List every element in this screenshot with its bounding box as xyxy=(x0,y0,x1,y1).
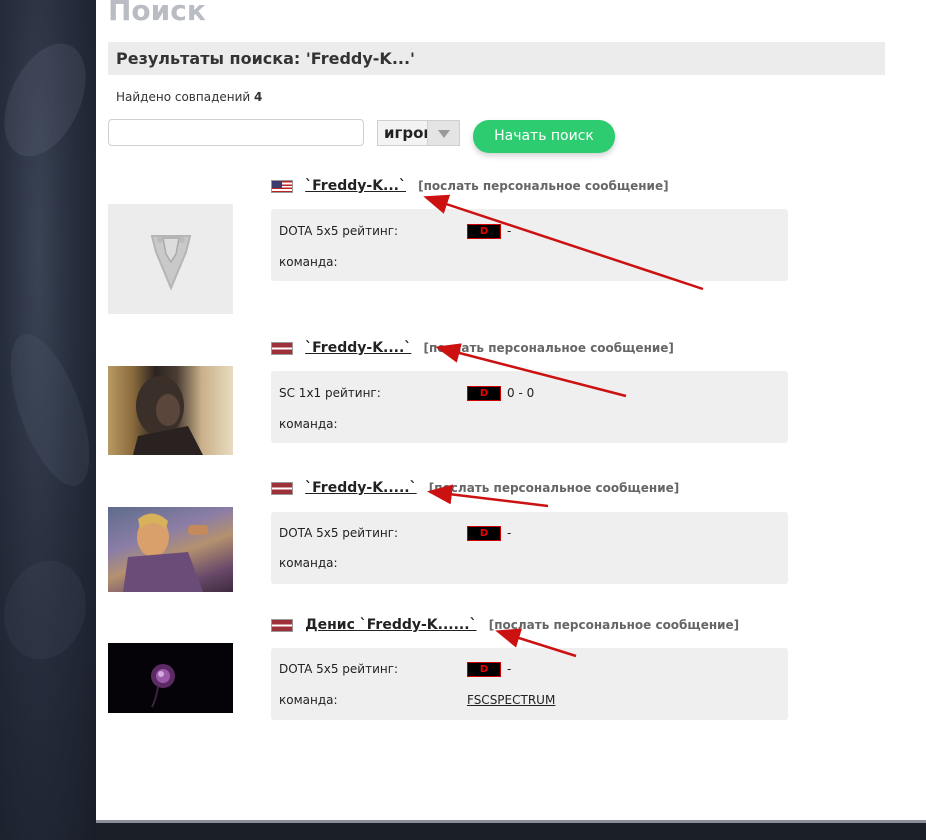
player-info-box: DOTA 5x5 рейтинг: D- команда: xyxy=(271,209,788,281)
result-name-row: `Freddy-K....` [послать персональное соо… xyxy=(271,340,674,358)
player-nickname-link[interactable]: `Freddy-K....` xyxy=(305,340,411,356)
found-number: 4 xyxy=(254,90,263,104)
send-message-link[interactable]: [послать персональное сообщение] xyxy=(429,481,679,495)
team-label: команда: xyxy=(279,556,338,570)
found-label: Найдено совпадений xyxy=(116,90,251,104)
send-message-link[interactable]: [послать персональное сообщение] xyxy=(489,618,739,632)
latvia-flag-icon xyxy=(271,618,293,632)
rating-number: - xyxy=(507,526,512,540)
rank-badge-icon: D xyxy=(467,662,501,677)
rating-value: D- xyxy=(467,525,511,541)
rating-label: DOTA 5x5 рейтинг: xyxy=(279,224,399,238)
hero-avatar-image xyxy=(123,513,208,592)
player-info-box: DOTA 5x5 рейтинг: D- команда: xyxy=(271,512,788,584)
latvia-flag-icon xyxy=(271,341,293,355)
results-header: Результаты поиска: 'Freddy-K...' xyxy=(108,42,885,75)
default-avatar-icon xyxy=(150,235,192,291)
latvia-flag-icon xyxy=(271,481,293,495)
player-nickname-link[interactable]: Денис `Freddy-K......` xyxy=(305,617,476,633)
team-label: команда: xyxy=(279,255,338,269)
footer-bar xyxy=(96,820,926,840)
avatar[interactable] xyxy=(108,204,233,314)
rating-value: D- xyxy=(467,661,511,677)
rating-number: - xyxy=(507,224,512,238)
page-title: Поиск xyxy=(108,0,206,27)
warrior-avatar-image xyxy=(133,376,203,455)
player-nickname-link[interactable]: `Freddy-K.....` xyxy=(305,480,417,496)
search-type-select[interactable]: игроки xyxy=(377,120,460,146)
player-nickname-link[interactable]: `Freddy-K...` xyxy=(305,178,406,194)
main-panel: Поиск Результаты поиска: 'Freddy-K...' Н… xyxy=(96,0,926,820)
rank-badge-icon: D xyxy=(467,526,501,541)
result-name-row: `Freddy-K...` [послать персональное сооб… xyxy=(271,178,669,196)
rating-number: 0 - 0 xyxy=(507,386,535,400)
rating-value: D 0 - 0 xyxy=(467,385,534,401)
chevron-down-icon[interactable] xyxy=(427,121,459,145)
rose-avatar-image xyxy=(151,664,175,708)
result-name-row: `Freddy-K.....` [послать персональное со… xyxy=(271,480,679,498)
send-message-link[interactable]: [послать персональное сообщение] xyxy=(418,179,668,193)
rank-badge-icon: D xyxy=(467,386,501,401)
rating-label: DOTA 5x5 рейтинг: xyxy=(279,662,399,676)
team-label: команда: xyxy=(279,417,338,431)
rating-label: DOTA 5x5 рейтинг: xyxy=(279,526,399,540)
found-count: Найдено совпадений 4 xyxy=(116,90,262,104)
team-label: команда: xyxy=(279,693,338,707)
rating-number: - xyxy=(507,662,512,676)
team-link[interactable]: FSCSPECTRUM xyxy=(467,692,555,708)
search-button[interactable]: Начать поиск xyxy=(473,120,615,153)
send-message-link[interactable]: [послать персональное сообщение] xyxy=(423,341,673,355)
search-input[interactable] xyxy=(108,119,364,146)
rating-label: SC 1x1 рейтинг: xyxy=(279,386,381,400)
result-name-row: Денис `Freddy-K......` [послать персонал… xyxy=(271,617,739,635)
avatar[interactable] xyxy=(108,507,233,592)
player-info-box: DOTA 5x5 рейтинг: D- команда: FSCSPECTRU… xyxy=(271,648,788,720)
avatar[interactable] xyxy=(108,366,233,455)
background-artwork xyxy=(0,0,106,840)
rating-value: D- xyxy=(467,223,511,239)
us-flag-icon xyxy=(271,179,293,193)
avatar[interactable] xyxy=(108,643,233,713)
rank-badge-icon: D xyxy=(467,224,501,239)
player-info-box: SC 1x1 рейтинг: D 0 - 0 команда: xyxy=(271,371,788,443)
